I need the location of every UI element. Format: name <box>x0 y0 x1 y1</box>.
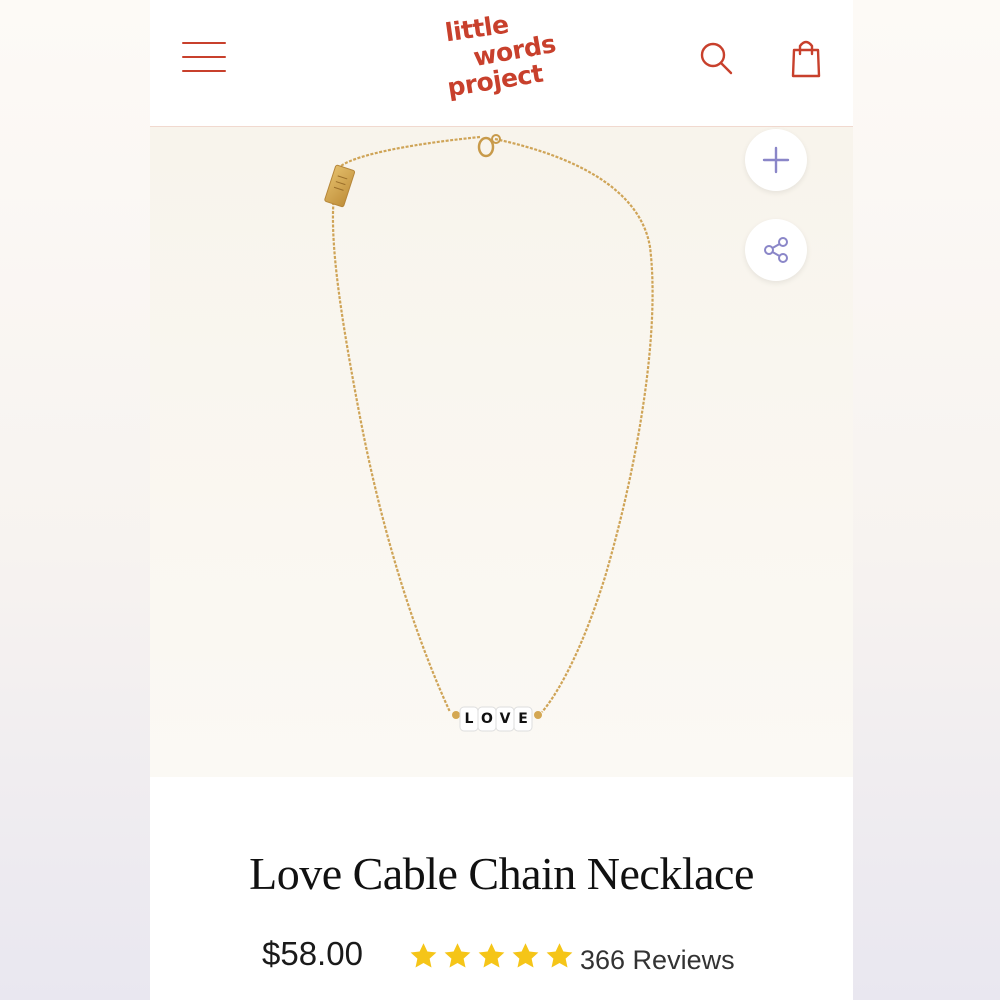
brand-logo[interactable]: little words project <box>435 10 570 110</box>
necklace-illustration <box>324 134 654 732</box>
cart-button[interactable] <box>784 36 828 80</box>
product-image[interactable]: L O V E <box>150 127 853 777</box>
shopping-bag-icon <box>791 40 821 78</box>
bead-letter: O <box>481 711 493 727</box>
bead-letter: V <box>499 711 511 727</box>
star-icon <box>512 943 539 968</box>
star-icon <box>444 943 471 968</box>
bead-letters: L O V E <box>460 709 532 731</box>
star-icon <box>478 943 505 968</box>
star-rating[interactable] <box>408 941 575 971</box>
bead-letter: E <box>518 711 528 727</box>
add-to-wishlist-button[interactable] <box>745 129 807 191</box>
mobile-page: little words project L O V E Love Cable … <box>150 0 853 1000</box>
menu-button[interactable] <box>180 38 228 78</box>
right-backdrop <box>853 0 1000 1000</box>
product-info: Love Cable Chain Necklace $58.00 366 Rev… <box>150 777 853 1000</box>
site-header: little words project <box>150 0 853 127</box>
plus-icon <box>762 146 790 174</box>
share-icon <box>764 237 788 263</box>
product-title: Love Cable Chain Necklace <box>249 848 754 899</box>
product-price: $58.00 <box>262 935 363 972</box>
search-icon <box>700 42 733 75</box>
logo-word-3: project <box>445 58 545 103</box>
share-button[interactable] <box>745 219 807 281</box>
star-icon <box>546 943 573 968</box>
search-button[interactable] <box>694 36 738 80</box>
star-icon <box>410 943 437 968</box>
reviews-link[interactable]: 366 Reviews <box>580 945 735 976</box>
bead-letter: L <box>464 711 474 727</box>
left-backdrop <box>0 0 150 1000</box>
